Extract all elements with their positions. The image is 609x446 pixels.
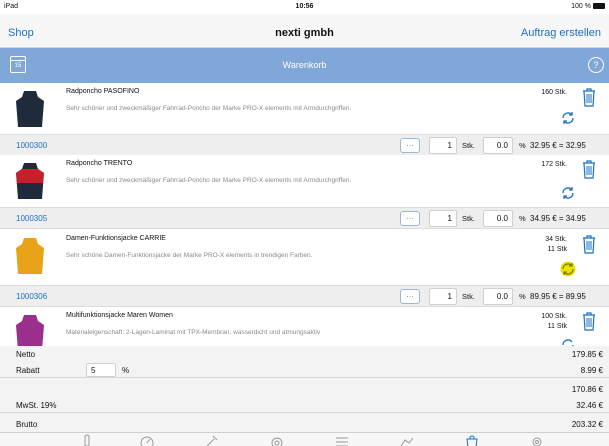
subtotal-row: 170.86 € [0,381,609,397]
stock-available: 100 Stk. [541,313,567,320]
help-icon[interactable]: ? [588,57,604,73]
stock-info: 34 Stk. 11 Stk [545,235,567,255]
brutto-value: 203.32 € [571,420,603,429]
rabatt-value: 8.99 € [580,366,603,375]
quantity-field[interactable]: 1 [429,288,457,305]
unit-label: Stk. [462,292,475,301]
cart-icon[interactable] [465,434,479,446]
sync-icon[interactable] [560,110,576,126]
line-price: 32.95 € = 32.95 [530,141,586,150]
more-options-button[interactable]: … [400,211,420,226]
stock-info: 172 Stk. [541,160,567,170]
battery-level: 100 % [571,3,591,10]
trash-icon[interactable] [581,311,597,331]
netto-row: Netto 179.85 € [0,346,609,362]
percent-label: % [519,214,526,223]
stock-ordered: 11 Stk [547,246,567,253]
stock-available: 172 Stk. [541,161,567,168]
rabatt-input[interactable]: 5 [86,363,116,377]
article-number[interactable]: 1000300 [16,141,47,150]
page-title: nexti gmbh [275,27,334,39]
rabatt-row: Rabatt 5 % 8.99 € [0,362,609,378]
article-number[interactable]: 1000306 [16,292,47,301]
cart-item: Multifunktionsjacke Maren Women Material… [0,307,609,346]
cart-item: Radponcho PASOFINO Sehr schöner und zwec… [0,83,609,135]
brutto-row: Brutto 203.32 € [0,416,609,432]
item-order-row: 1000306 … 1 Stk. 0.0 % 89.95 € = 89.95 [0,285,609,307]
tab-bar [0,432,609,446]
battery-icon [593,3,605,9]
product-description: Sehr schöner und zweckmäßiger Fahrrad-Po… [66,177,352,184]
more-options-button[interactable]: … [400,138,420,153]
unit-label: Stk. [462,141,475,150]
product-image [16,315,44,346]
sync-icon[interactable] [560,337,576,346]
line-price: 34.95 € = 34.95 [530,214,586,223]
status-bar: iPad 10:56 100 % [0,0,609,14]
stock-ordered: 11 Stk [547,323,567,330]
stock-available: 34 Stk. [545,236,567,243]
netto-value: 179.85 € [571,350,603,359]
create-order-button[interactable]: Auftrag erstellen [521,27,601,39]
cart-title: Warenkorb [282,60,327,70]
product-name: Multifunktionsjacke Maren Women [66,312,173,319]
product-image [16,163,44,199]
more-options-button[interactable]: … [400,289,420,304]
netto-label: Netto [16,350,36,359]
discount-field[interactable]: 0.0 [483,210,513,227]
trash-icon[interactable] [581,234,597,254]
trash-icon[interactable] [581,87,597,107]
mwst-value: 32.46 € [576,401,603,410]
product-description: Sehr schöne Damen-Funktionsjacke der Mar… [66,252,313,259]
unit-label: Stk. [462,214,475,223]
handshake-icon[interactable] [400,434,414,446]
product-name: Radponcho TRENTO [66,160,133,167]
target-icon[interactable] [270,434,284,446]
trash-icon[interactable] [581,159,597,179]
order-summary: Netto 179.85 € Rabatt 5 % 8.99 € 170.86 … [0,346,609,432]
sync-icon[interactable] [560,261,576,277]
percent-label: % [519,141,526,150]
quantity-field[interactable]: 1 [429,137,457,154]
cart-header: 15 Warenkorb ? [0,48,609,83]
brutto-label: Brutto [16,420,38,429]
product-name: Radponcho PASOFINO [66,88,140,95]
percent-label: % [519,292,526,301]
line-price: 89.95 € = 89.95 [530,292,586,301]
product-name: Damen-Funktionsjacke CARRIE [66,235,166,242]
mwst-label: MwSt. 19% [16,401,57,410]
mwst-row: MwSt. 19% 32.46 € [0,397,609,413]
product-description: Materialeigenschaft: 2-Lagen-Laminat mit… [66,329,321,336]
article-number[interactable]: 1000305 [16,214,47,223]
settings-icon[interactable] [530,434,544,446]
discount-field[interactable]: 0.0 [483,137,513,154]
item-order-row: 1000300 … 1 Stk. 0.0 % 32.95 € = 32.95 [0,134,609,156]
sync-icon[interactable] [560,185,576,201]
product-image [16,91,44,127]
cart-item: Damen-Funktionsjacke CARRIE Sehr schöne … [0,230,609,282]
dashboard-icon[interactable] [140,434,154,446]
clock: 10:56 [295,3,314,10]
info-icon[interactable] [80,434,94,446]
list-icon[interactable] [335,434,349,446]
navigation-bar: Shop nexti gmbh Auftrag erstellen [0,14,609,48]
tools-icon[interactable] [205,434,219,446]
cart-item: Radponcho TRENTO Sehr schöner und zweckm… [0,155,609,207]
product-image [16,238,44,274]
stock-available: 160 Stk. [541,89,567,96]
item-order-row: 1000305 … 1 Stk. 0.0 % 34.95 € = 34.95 [0,207,609,229]
stock-info: 100 Stk. 11 Stk [541,312,567,332]
subtotal-value: 170.86 € [571,385,603,394]
quantity-field[interactable]: 1 [429,210,457,227]
battery-status: 100 % [571,3,605,10]
stock-info: 160 Stk. [541,88,567,98]
product-description: Sehr schöner und zweckmäßiger Fahrrad-Po… [66,105,352,112]
discount-field[interactable]: 0.0 [483,288,513,305]
rabatt-percent-label: % [122,366,130,375]
rabatt-label: Rabatt [16,366,40,375]
